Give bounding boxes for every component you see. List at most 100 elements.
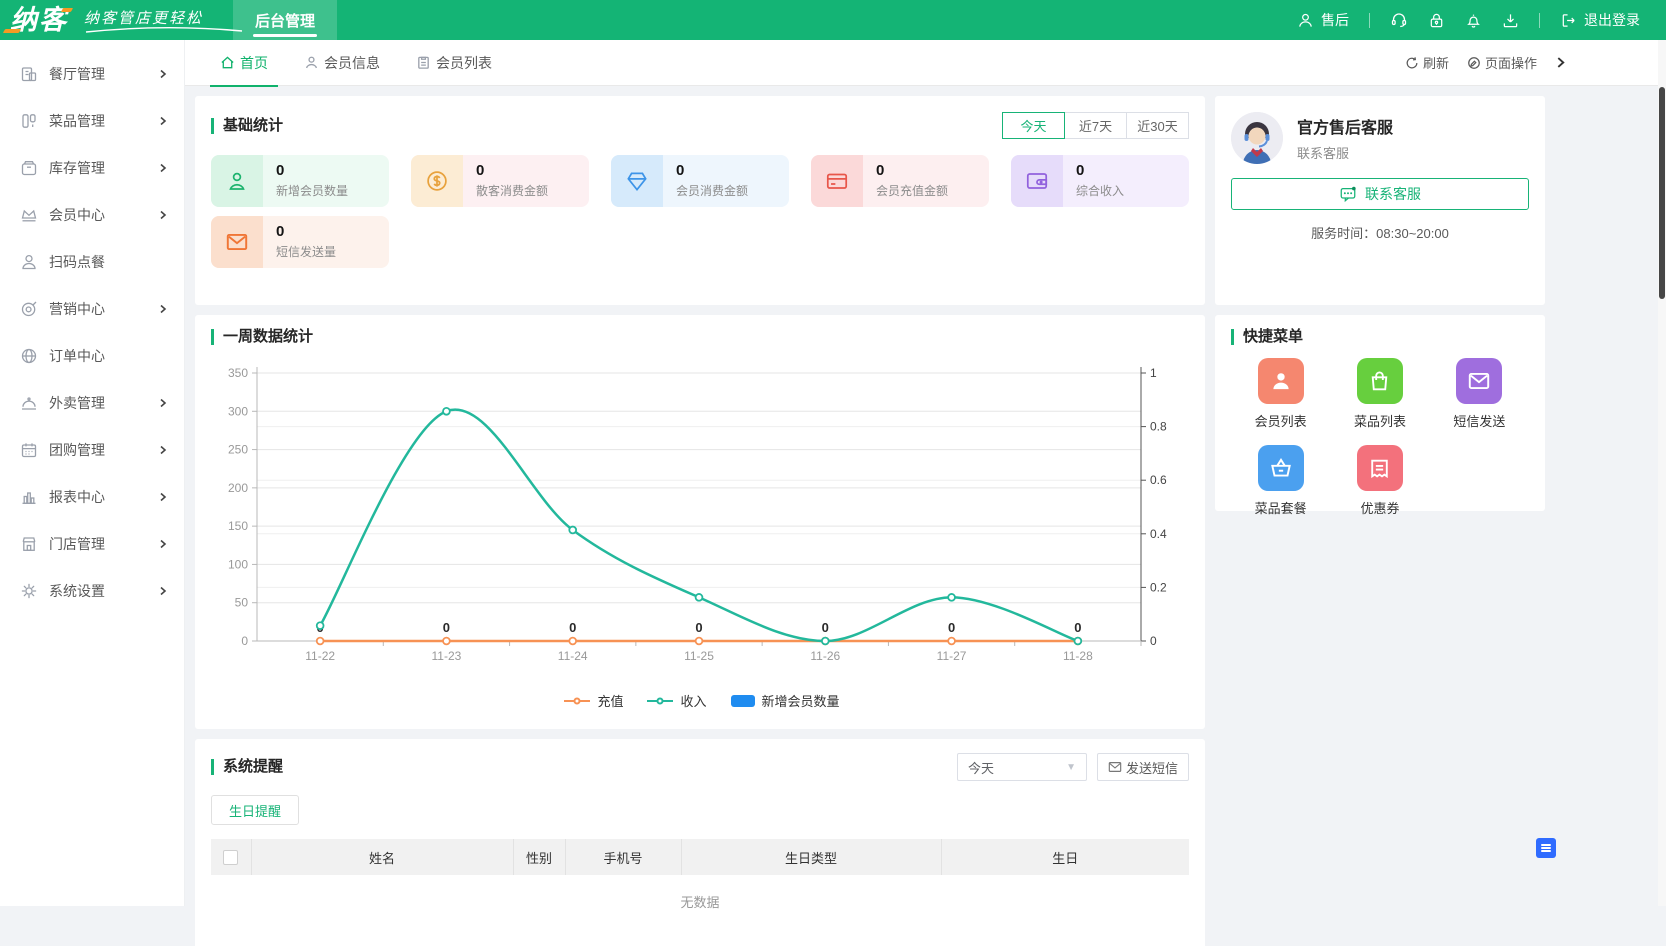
gear-icon [20, 582, 38, 600]
legend-line-icon [564, 700, 590, 702]
refresh-icon [1405, 56, 1419, 70]
stat-label: 散客消费金额 [476, 182, 589, 199]
sidebar-item-inventory[interactable]: 库存管理 [0, 144, 184, 191]
sidebar-item-label: 餐厅管理 [49, 64, 158, 84]
aftersale-button[interactable]: 售后 [1297, 10, 1349, 30]
nav-tab-backend[interactable]: 后台管理 [233, 0, 337, 40]
stat-new-members: 0新增会员数量 [211, 155, 389, 207]
tab-member-list[interactable]: 会员列表 [406, 40, 502, 86]
quick-item-label: 优惠券 [1360, 498, 1399, 517]
sidebar-item-members[interactable]: 会员中心 [0, 191, 184, 238]
page-ops-button[interactable]: 页面操作 [1467, 53, 1537, 72]
sidebar-item-label: 报表中心 [49, 487, 158, 507]
headset-icon[interactable] [1390, 11, 1408, 29]
home-icon [220, 55, 235, 70]
logo-accent2 [61, 8, 73, 12]
globe-icon [20, 347, 38, 365]
sidebar-item-groupbuy[interactable]: 团购管理 [0, 426, 184, 473]
quick-sms-send[interactable]: 短信发送 [1430, 358, 1529, 430]
scrollbar-thumb[interactable] [1659, 87, 1665, 299]
sidebar-item-label: 外卖管理 [49, 393, 158, 413]
reminder-date-select[interactable]: 今天 ▼ [957, 753, 1087, 781]
tab-member-info[interactable]: 会员信息 [294, 40, 390, 86]
coin-icon [411, 155, 463, 207]
stat-label: 综合收入 [1076, 182, 1189, 199]
sidebar-item-settings[interactable]: 系统设置 [0, 567, 184, 614]
brand-tagline: 纳客管店更轻松 [84, 7, 203, 34]
select-all-checkbox[interactable] [223, 850, 238, 865]
filter-7days[interactable]: 近7天 [1064, 112, 1127, 139]
diamond-icon [611, 155, 663, 207]
svg-text:250: 250 [228, 443, 248, 457]
col-birthday: 生日 [941, 839, 1189, 875]
filter-today[interactable]: 今天 [1002, 112, 1065, 139]
svg-text:0: 0 [695, 620, 702, 635]
bank-card-icon [811, 155, 863, 207]
lock-icon[interactable] [1428, 12, 1445, 29]
list-glyph [1541, 847, 1551, 849]
sidebar-item-scan-order[interactable]: 扫码点餐 [0, 238, 184, 285]
system-reminder-title: 系统提醒 [211, 759, 283, 775]
svg-text:150: 150 [228, 519, 248, 533]
quick-member-list[interactable]: 会员列表 [1231, 358, 1330, 430]
sidebar-item-dishes[interactable]: 菜品管理 [0, 97, 184, 144]
quick-dish-list[interactable]: 菜品列表 [1330, 358, 1429, 430]
svg-text:0: 0 [822, 620, 829, 635]
bar-chart-icon [20, 488, 38, 506]
main-content: 基础统计 今天 近7天 近30天 0新增会员数量 [185, 86, 1658, 946]
quick-dish-combo[interactable]: 菜品套餐 [1231, 445, 1330, 517]
download-icon[interactable] [1502, 12, 1519, 29]
svg-text:11-28: 11-28 [1063, 649, 1093, 663]
sidebar-item-label: 会员中心 [49, 205, 158, 225]
chevron-right-icon [158, 586, 168, 596]
quick-coupon[interactable]: 优惠券 [1330, 445, 1429, 517]
inventory-box-icon [20, 159, 38, 177]
stat-member-recharge: 0会员充值金额 [811, 155, 989, 207]
sidebar-item-stores[interactable]: 门店管理 [0, 520, 184, 567]
contact-service-button[interactable]: 联系客服 [1231, 178, 1529, 210]
send-sms-button[interactable]: 发送短信 [1097, 753, 1189, 781]
cloche-icon [20, 394, 38, 412]
sidebar-item-label: 菜品管理 [49, 111, 158, 131]
stat-sms-sent: 0短信发送量 [211, 216, 389, 268]
sidebar-item-reports[interactable]: 报表中心 [0, 473, 184, 520]
service-agent-avatar [1231, 112, 1283, 164]
stat-label: 会员消费金额 [676, 182, 789, 199]
floating-widget-button[interactable] [1536, 838, 1556, 858]
envelope-icon [1456, 358, 1502, 404]
app-header: 纳客 纳客管店更轻松 后台管理 售后 退出登录 [0, 0, 1666, 40]
stat-value: 0 [876, 163, 989, 178]
quick-item-label: 短信发送 [1453, 411, 1505, 430]
quick-menu-card: 快捷菜单 会员列表 菜品列表 [1215, 315, 1545, 511]
logout-button[interactable]: 退出登录 [1560, 10, 1640, 30]
header-divider [1539, 13, 1540, 28]
page-ops-icon [1467, 56, 1481, 70]
birthday-reminder-tab[interactable]: 生日提醒 [211, 795, 299, 825]
col-phone: 手机号 [565, 839, 681, 875]
legend-income[interactable]: 收入 [647, 691, 706, 710]
list-icon [416, 55, 431, 70]
sidebar-item-marketing[interactable]: 营销中心 [0, 285, 184, 332]
filter-30days[interactable]: 近30天 [1126, 112, 1189, 139]
tab-home[interactable]: 首页 [210, 40, 278, 86]
weekly-chart-svg: 05010015020025030035000.20.40.60.8111-22… [211, 353, 1191, 691]
svg-text:11-23: 11-23 [432, 649, 462, 663]
sidebar-item-label: 扫码点餐 [49, 252, 168, 272]
sidebar-item-label: 团购管理 [49, 440, 158, 460]
empty-state: 无数据 [211, 875, 1189, 937]
legend-recharge[interactable]: 充值 [564, 691, 623, 710]
sidebar-item-restaurant[interactable]: 餐厅管理 [0, 50, 184, 97]
sidebar-item-orders[interactable]: 订单中心 [0, 332, 184, 379]
chevron-right-icon [158, 445, 168, 455]
bell-icon[interactable] [1465, 12, 1482, 29]
sidebar-item-takeout[interactable]: 外卖管理 [0, 379, 184, 426]
chevron-right-icon[interactable] [1555, 57, 1566, 68]
svg-text:0.8: 0.8 [1150, 420, 1167, 434]
chevron-right-icon [158, 398, 168, 408]
svg-text:1: 1 [1150, 366, 1157, 380]
refresh-button[interactable]: 刷新 [1405, 53, 1449, 72]
col-birthday-type: 生日类型 [681, 839, 941, 875]
sidebar-item-label: 库存管理 [49, 158, 158, 178]
legend-new-members[interactable]: 新增会员数量 [731, 691, 840, 710]
svg-text:0: 0 [948, 620, 955, 635]
